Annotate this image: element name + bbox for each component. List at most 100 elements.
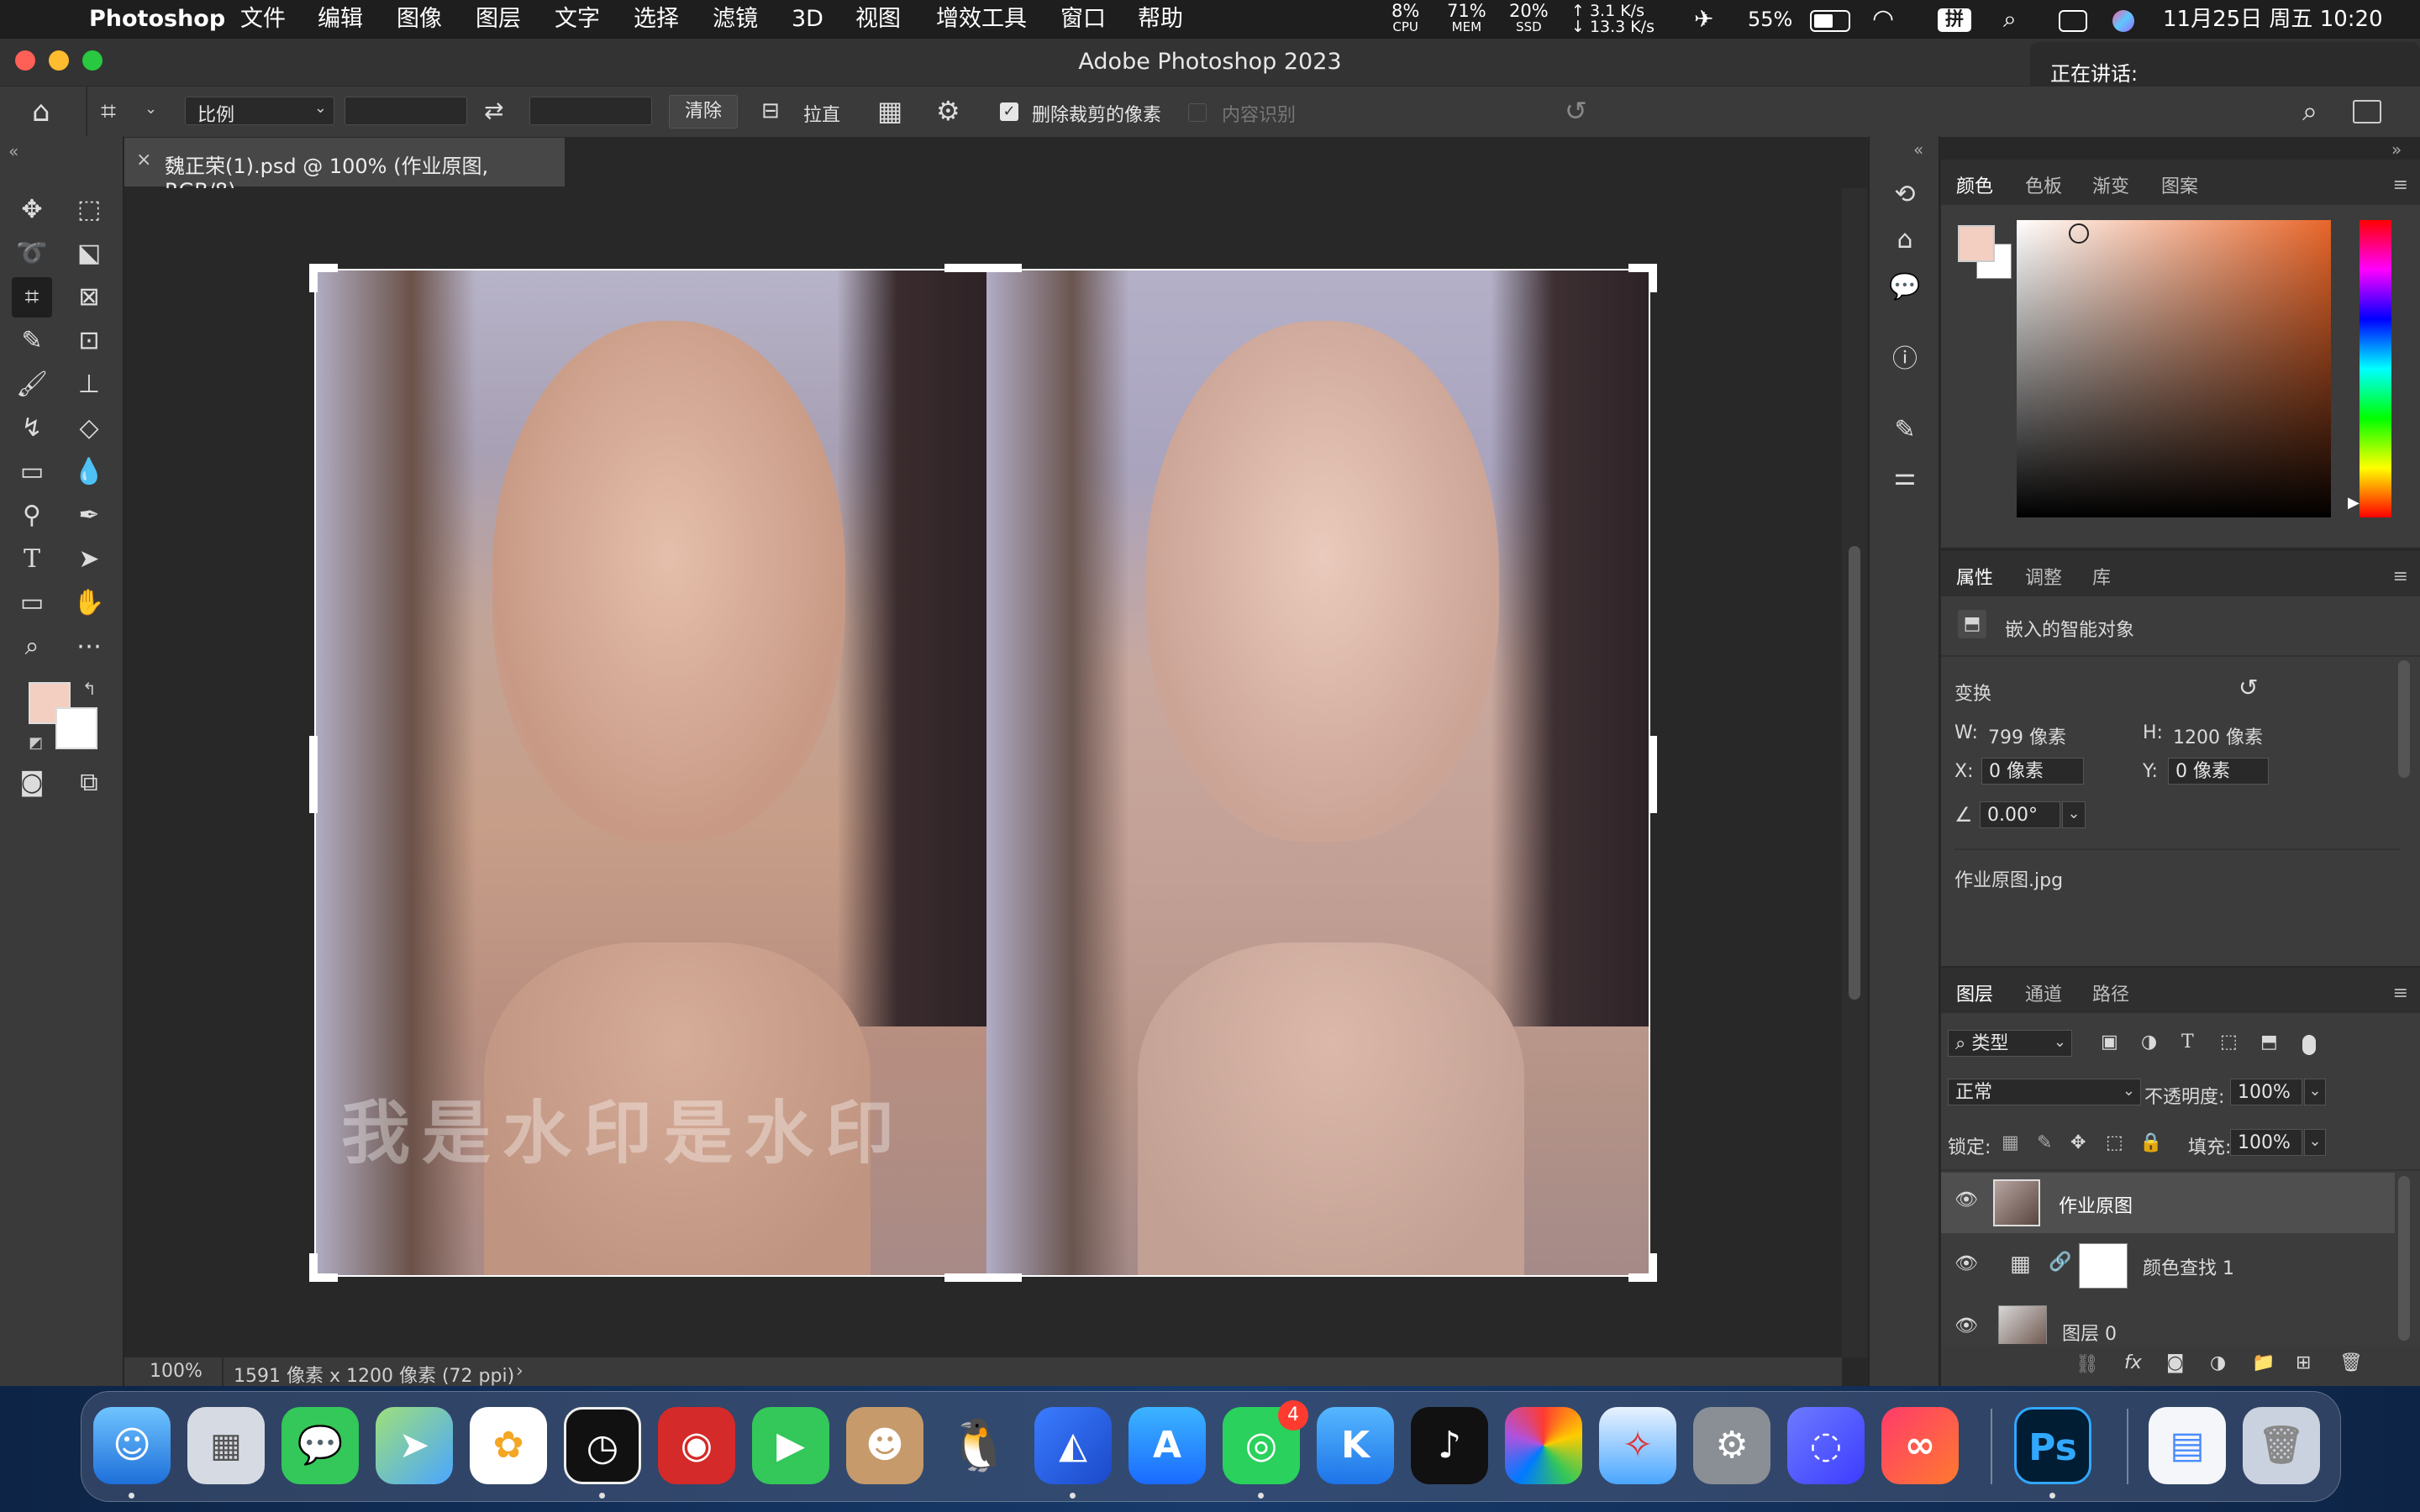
- search-icon[interactable]: ⌕: [2302, 95, 2317, 128]
- hand-tool-icon[interactable]: ✋: [69, 583, 109, 623]
- tab-swatches[interactable]: 色板: [2025, 171, 2062, 198]
- layers-scrollbar[interactable]: [2398, 1176, 2410, 1341]
- move-tool-icon[interactable]: ✥: [12, 190, 52, 230]
- swap-icon[interactable]: ⇄: [484, 97, 503, 124]
- marquee-tool-icon[interactable]: ⬚: [69, 190, 109, 230]
- clock-datetime[interactable]: 11月25日 周五 10:20: [2163, 4, 2383, 34]
- foreground-color-swatch[interactable]: [1958, 225, 1995, 262]
- default-colors-icon[interactable]: ◩: [29, 734, 43, 752]
- object-select-icon[interactable]: ⬕: [69, 234, 109, 274]
- layer-row[interactable]: 👁 ▦ 🔗 颜色查找 1: [1941, 1235, 2395, 1297]
- menu-filter[interactable]: 滤镜: [713, 4, 758, 34]
- content-aware-checkbox[interactable]: [1188, 103, 1207, 122]
- spot-healing-icon[interactable]: ⊡: [69, 321, 109, 361]
- color-picker-field[interactable]: [2017, 220, 2331, 517]
- blend-mode-select[interactable]: 正常 ⌄: [1948, 1079, 2141, 1105]
- quick-mask-icon[interactable]: ◙: [12, 763, 52, 803]
- qq-icon[interactable]: 🐧: [940, 1407, 1018, 1484]
- crop-handle-left[interactable]: [309, 736, 318, 813]
- properties-scrollbar[interactable]: [2398, 660, 2410, 778]
- tab-color[interactable]: 颜色: [1956, 171, 1993, 198]
- link-icon[interactable]: 🔗: [2049, 1252, 2071, 1273]
- lock-all-icon[interactable]: 🔒: [2139, 1132, 2162, 1153]
- add-mask-icon[interactable]: ◙: [2166, 1352, 2184, 1373]
- app-store-icon[interactable]: A: [1128, 1407, 1206, 1484]
- control-center-icon[interactable]: [2059, 10, 2087, 32]
- color-app-icon[interactable]: [1505, 1407, 1582, 1484]
- tab-gradients[interactable]: 渐变: [2092, 171, 2129, 198]
- angle-input[interactable]: 0.00°: [1980, 801, 2060, 828]
- layer-filter-select[interactable]: ⌕ 类型 ⌄: [1948, 1030, 2072, 1057]
- hue-slider-handle[interactable]: ▶: [2348, 494, 2360, 512]
- crop-handle-bottom[interactable]: [944, 1273, 1022, 1282]
- layer-name[interactable]: 作业原图: [2059, 1191, 2133, 1218]
- close-tab-icon[interactable]: ×: [136, 150, 151, 171]
- menu-select[interactable]: 选择: [634, 4, 679, 34]
- width-value[interactable]: 799 像素: [1988, 722, 2066, 749]
- k-app-icon[interactable]: K: [1317, 1407, 1394, 1484]
- collapse-icon[interactable]: «: [8, 141, 18, 161]
- lasso-tool-icon[interactable]: ➰: [12, 234, 52, 274]
- gear-icon[interactable]: ⚙: [936, 95, 960, 127]
- airplane-icon[interactable]: ✈: [1694, 4, 1713, 34]
- delete-cropped-checkbox[interactable]: ✓: [1000, 102, 1018, 121]
- new-group-icon[interactable]: 📁: [2252, 1352, 2275, 1373]
- crop-handle-tl[interactable]: [309, 264, 318, 292]
- maps-icon[interactable]: ➤: [376, 1407, 453, 1484]
- rectangle-tool-icon[interactable]: ▭: [12, 583, 52, 623]
- mem-stat[interactable]: 71% MEM: [1447, 3, 1486, 35]
- zoom-level[interactable]: 100%: [150, 1361, 203, 1382]
- filter-smart-object-icon[interactable]: ⬒: [2260, 1032, 2278, 1053]
- filter-type-icon[interactable]: T: [2181, 1032, 2194, 1053]
- document-tab[interactable]: × 魏正荣(1).psd @ 100% (作业原图, RGB/8): [124, 138, 565, 202]
- y-input[interactable]: 0 像素: [2168, 758, 2269, 785]
- opacity-input[interactable]: 100%: [2230, 1079, 2302, 1105]
- tab-patterns[interactable]: 图案: [2161, 171, 2198, 198]
- menu-plugins[interactable]: 增效工具: [936, 4, 1027, 34]
- brush-tool-icon[interactable]: 🖌: [12, 365, 52, 405]
- new-layer-icon[interactable]: ⊞: [2296, 1352, 2311, 1373]
- tab-properties[interactable]: 属性: [1956, 563, 1993, 590]
- expand-panels-icon[interactable]: »: [2391, 139, 2402, 160]
- ratio-select[interactable]: 比例 ⌄: [185, 97, 334, 126]
- info-panel-icon[interactable]: ⓘ: [1888, 343, 1922, 376]
- menu-help[interactable]: 帮助: [1138, 4, 1183, 34]
- contacts-icon[interactable]: ☻: [846, 1407, 923, 1484]
- layer-name[interactable]: 颜色查找 1: [2143, 1253, 2234, 1280]
- straighten-label[interactable]: 拉直: [803, 100, 840, 127]
- ratio-width-input[interactable]: [345, 97, 467, 125]
- panel-menu-icon[interactable]: ≡: [2393, 175, 2408, 196]
- spotlight-icon[interactable]: ⌕: [2003, 4, 2017, 34]
- photos-icon[interactable]: ✿: [470, 1407, 547, 1484]
- crop-handle-br[interactable]: [1649, 1253, 1657, 1282]
- brush-settings-icon[interactable]: ✎: [1888, 413, 1922, 447]
- zoom-tool-icon[interactable]: ⌕: [12, 627, 52, 667]
- battery-percent[interactable]: 55%: [1748, 4, 1792, 34]
- input-method-icon[interactable]: 拼: [1938, 8, 1971, 32]
- filter-shape-icon[interactable]: ⬚: [2220, 1032, 2238, 1053]
- menu-3d[interactable]: 3D: [792, 4, 823, 34]
- background-color-swatch[interactable]: [55, 707, 97, 749]
- creative-cloud-icon[interactable]: ∞: [1881, 1407, 1959, 1484]
- menu-window[interactable]: 窗口: [1060, 4, 1106, 34]
- straighten-icon[interactable]: ⊟: [761, 98, 780, 123]
- type-tool-icon[interactable]: T: [12, 539, 52, 580]
- chevron-down-icon[interactable]: ⌄: [145, 100, 157, 118]
- menu-edit[interactable]: 编辑: [318, 4, 363, 34]
- eye-icon[interactable]: 👁: [1954, 1253, 1978, 1274]
- plugins-panel-icon[interactable]: ⌂: [1888, 223, 1922, 257]
- path-select-icon[interactable]: ➤: [69, 539, 109, 580]
- panel-menu-icon[interactable]: ≡: [2393, 983, 2408, 1004]
- more-tools-icon[interactable]: ⋯: [69, 627, 109, 667]
- eye-icon[interactable]: 👁: [1954, 1315, 1978, 1336]
- menu-view[interactable]: 视图: [855, 4, 901, 34]
- blur-tool-icon[interactable]: 💧: [69, 452, 109, 492]
- eye-icon[interactable]: 👁: [1954, 1189, 1978, 1210]
- comments-panel-icon[interactable]: 💬: [1888, 270, 1922, 304]
- tab-libraries[interactable]: 库: [2092, 563, 2111, 590]
- gradient-tool-icon[interactable]: ▭: [12, 452, 52, 492]
- lark-icon[interactable]: ◭: [1034, 1407, 1112, 1484]
- filter-toggle-icon[interactable]: [2302, 1035, 2316, 1055]
- tab-channels[interactable]: 通道: [2025, 979, 2062, 1006]
- adjustments-panel-icon[interactable]: ⚌: [1888, 460, 1922, 494]
